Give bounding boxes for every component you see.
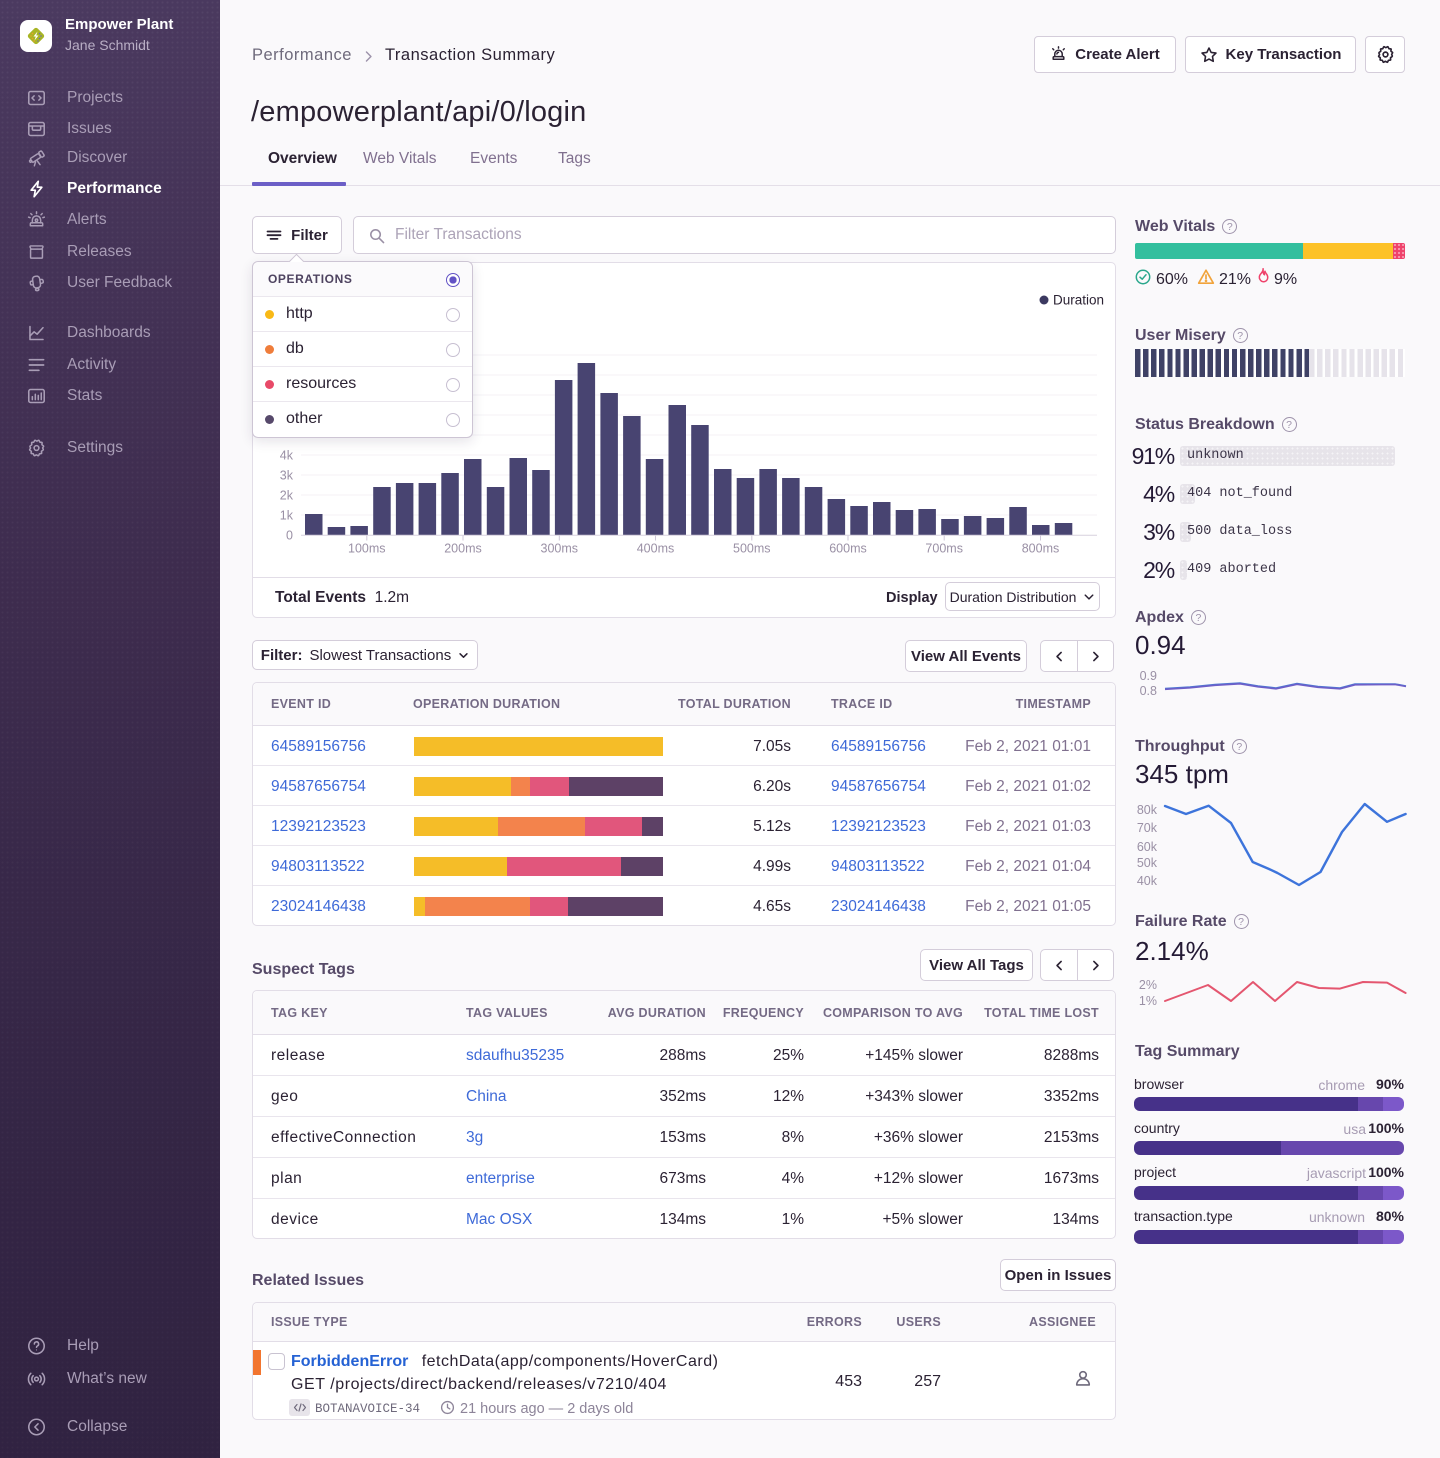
svg-text:200ms: 200ms — [444, 542, 482, 556]
svg-text:4k: 4k — [280, 448, 294, 462]
svg-text:1k: 1k — [280, 508, 294, 522]
svg-text:400ms: 400ms — [637, 542, 675, 556]
svg-text:3k: 3k — [280, 468, 294, 482]
svg-text:700ms: 700ms — [925, 542, 963, 556]
svg-text:100ms: 100ms — [348, 542, 386, 556]
svg-text:0: 0 — [286, 528, 293, 542]
svg-text:300ms: 300ms — [541, 542, 579, 556]
svg-text:500ms: 500ms — [733, 542, 771, 556]
svg-text:Duration: Duration — [1053, 293, 1104, 308]
svg-text:600ms: 600ms — [829, 542, 867, 556]
svg-text:800ms: 800ms — [1022, 542, 1060, 556]
svg-text:2k: 2k — [280, 488, 294, 502]
